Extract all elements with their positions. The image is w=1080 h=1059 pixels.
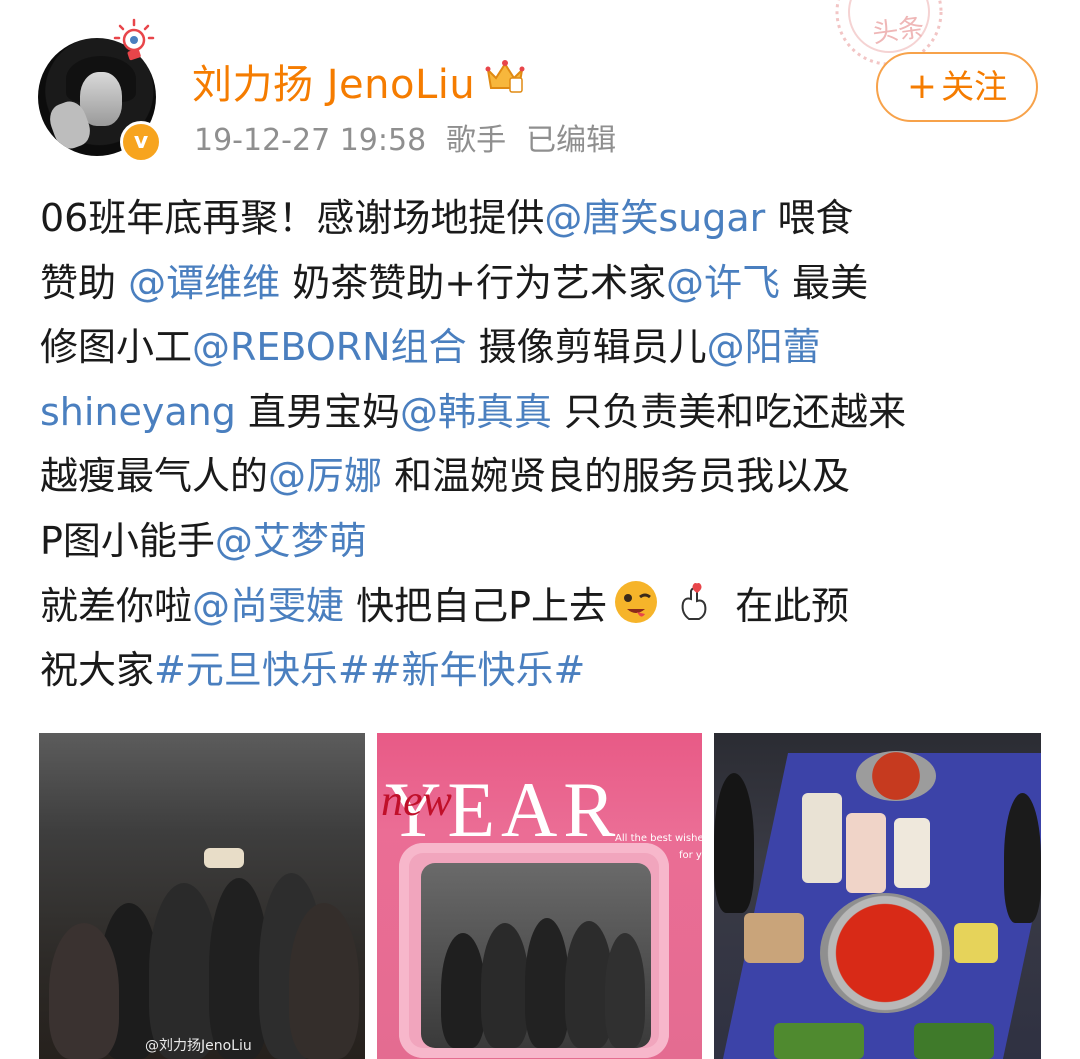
post-line: 06班年底再聚！感谢场地提供@唐笑sugar 喂食 bbox=[40, 186, 1045, 251]
post-text-run: 奶茶赞助+行为艺术家 bbox=[280, 260, 667, 305]
mention-link[interactable]: @韩真真 bbox=[400, 390, 552, 434]
weibo-watermark: @刘力扬JenoLiu bbox=[145, 1038, 252, 1054]
mention-link[interactable]: @唐笑sugar bbox=[544, 196, 765, 240]
post-line: 越瘦最气人的@厉娜 和温婉贤良的服务员我以及 bbox=[40, 444, 1045, 509]
post-text-run: 越瘦最气人的 bbox=[40, 454, 269, 499]
follow-button[interactable]: + 关注 bbox=[876, 52, 1038, 122]
mention-link[interactable]: shineyang bbox=[40, 390, 236, 434]
post-text-run: 赞助 bbox=[40, 260, 129, 305]
mention-link[interactable]: @尚雯婕 bbox=[192, 584, 344, 628]
post-text-run: 就差你啦 bbox=[40, 583, 193, 628]
wish-line-2: for you bbox=[679, 850, 702, 861]
post-line: shineyang 直男宝妈@韩真真 只负责美和吃还越来 bbox=[40, 380, 1045, 445]
follow-label: 关注 bbox=[941, 67, 1008, 106]
post-text-run: 祝大家 bbox=[40, 648, 155, 693]
post-text-run: 和温婉贤良的服务员我以及 bbox=[382, 454, 851, 499]
post-meta: 19-12-27 19:58 歌手 已编辑 bbox=[194, 115, 636, 159]
post-text-run: 摄像剪辑员儿 bbox=[466, 325, 707, 370]
post-line: 就差你啦@尚雯婕 快把自己P上去 在此预 bbox=[40, 574, 1045, 639]
photo-hotpot-table[interactable] bbox=[714, 733, 1041, 1059]
mention-link[interactable]: @阳蕾 bbox=[707, 325, 821, 369]
mention-link[interactable]: @REBORN组合 bbox=[192, 325, 467, 369]
post-text-run: 喂食 bbox=[765, 196, 854, 240]
author-name[interactable]: 刘力扬 JenoLiu bbox=[192, 52, 475, 110]
lightbulb-icon bbox=[113, 18, 155, 61]
post-line: 修图小工@REBORN组合 摄像剪辑员儿@阳蕾 bbox=[40, 315, 1045, 380]
mention-link[interactable]: @谭维维 bbox=[128, 261, 280, 305]
post-text-run: P图小能手 bbox=[40, 518, 215, 563]
post-text-run: 快把自己P上去 bbox=[344, 583, 608, 628]
topic-link[interactable]: #元旦快乐##新年快乐# bbox=[154, 648, 585, 692]
photo-new-year-tv[interactable]: YEAR new All the best wishes for you bbox=[377, 733, 702, 1059]
wink-emoji-icon bbox=[613, 579, 659, 625]
mention-link[interactable]: @厉娜 bbox=[268, 454, 382, 498]
post-text-run: 只负责美和吃还越来 bbox=[552, 389, 907, 434]
mention-link[interactable]: @艾梦萌 bbox=[215, 519, 367, 563]
new-script-text: new bbox=[381, 776, 452, 825]
post-text-run: 修图小工 bbox=[40, 325, 193, 370]
post-text: 06班年底再聚！感谢场地提供@唐笑sugar 喂食 赞助 @谭维维 奶茶赞助+行为… bbox=[40, 186, 1045, 703]
post-text-run: 直男宝妈 bbox=[235, 389, 400, 434]
stamp-text: 头条 bbox=[870, 12, 927, 50]
plus-icon: + bbox=[906, 66, 938, 107]
verified-badge-icon: v bbox=[120, 121, 162, 163]
edited-label[interactable]: 已编辑 bbox=[526, 123, 616, 158]
crown-vip-icon[interactable] bbox=[484, 56, 526, 94]
post-source: 歌手 bbox=[446, 123, 507, 158]
post-line: 祝大家#元旦快乐##新年快乐# bbox=[40, 638, 1045, 703]
photo-group-portrait[interactable] bbox=[39, 733, 365, 1059]
post-time: 19-12-27 19:58 bbox=[194, 123, 427, 158]
tv-frame bbox=[399, 843, 669, 1058]
post-text-run: 06班年底再聚！感谢场地提供 bbox=[40, 196, 545, 240]
mention-link[interactable]: @许飞 bbox=[666, 261, 780, 305]
finger-heart-emoji-icon bbox=[671, 579, 717, 625]
post-text-run: 在此预 bbox=[723, 583, 850, 628]
post-line: 赞助 @谭维维 奶茶赞助+行为艺术家@许飞 最美 bbox=[40, 251, 1045, 316]
post-line: P图小能手@艾梦萌 bbox=[40, 509, 1045, 574]
post-text-run: 最美 bbox=[780, 260, 869, 305]
